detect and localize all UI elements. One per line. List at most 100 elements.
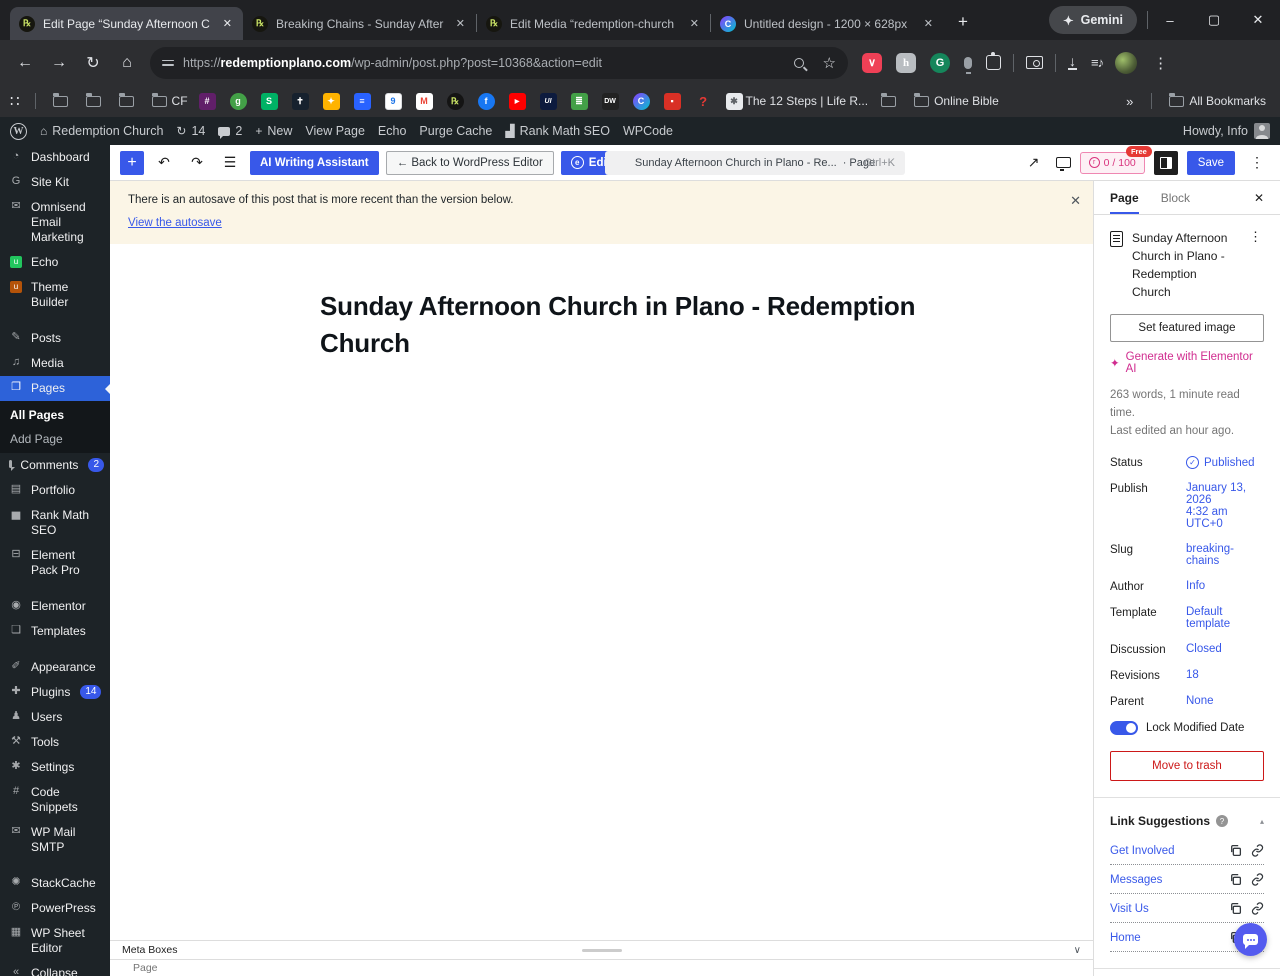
lock-modified-date-toggle[interactable] [1110, 721, 1138, 736]
sidebar-item-templates[interactable]: ❏ Templates [0, 619, 110, 644]
keep-bookmark-icon[interactable]: ✦ [322, 92, 340, 110]
sidebar-item-echo[interactable]: u Echo [0, 250, 110, 275]
sidebar-item-posts[interactable]: ✎ Posts [0, 326, 110, 351]
chat-widget-button[interactable] [1234, 923, 1267, 956]
redo-icon[interactable]: ↷ [184, 151, 210, 175]
move-to-trash-button[interactable]: Move to trash [1110, 751, 1264, 782]
subsplash-bookmark-icon[interactable]: S [260, 92, 278, 110]
sidebar-item-pages[interactable]: ❐ Pages [0, 376, 111, 401]
sidebar-item-appearance[interactable]: ✐ Appearance [0, 655, 110, 680]
tab-close-icon[interactable]: ✕ [221, 17, 234, 30]
bookmark-star-icon[interactable]: ☆ [823, 54, 836, 72]
copy-icon[interactable] [1229, 873, 1242, 886]
field-value[interactable]: 18 [1186, 669, 1199, 681]
gemini-button[interactable]: ✦ Gemini [1049, 6, 1137, 34]
adminbar-wpcode[interactable]: WPCode [623, 124, 673, 138]
browser-menu-icon[interactable]: ⋮ [1147, 54, 1174, 72]
adminbar-new[interactable]: + New [255, 124, 292, 138]
tab-edit-page[interactable]: ℞ Edit Page “Sunday Afternoon C ✕ [10, 7, 243, 40]
gmail-bookmark-icon[interactable]: M [415, 92, 433, 110]
extensions-puzzle-icon[interactable] [986, 52, 1001, 70]
all-bookmarks-label[interactable]: All Bookmarks [1189, 94, 1266, 108]
field-value[interactable]: breaking-chains [1186, 543, 1264, 567]
notice-close-icon[interactable]: ✕ [1070, 193, 1081, 209]
adminbar-account[interactable]: Howdy, Info [1183, 123, 1270, 139]
adminbar-echo[interactable]: Echo [378, 124, 407, 138]
grammarly-extension-icon[interactable]: G [930, 52, 950, 73]
adminbar-view-page[interactable]: View Page [305, 124, 365, 138]
forward-icon[interactable]: → [42, 46, 76, 80]
new-tab-button[interactable]: + [950, 9, 976, 35]
sidebar-item-dashboard[interactable]: ◔ Dashboard [0, 145, 110, 170]
microphone-icon[interactable] [964, 56, 972, 74]
bookmarks-overflow-icon[interactable]: » [1126, 94, 1133, 109]
sidebar-item-omnisend[interactable]: ✉ Omnisend Email Marketing [0, 195, 110, 250]
sidebar-item-wp-mail-smtp[interactable]: ✉ WP Mail SMTP [0, 820, 110, 860]
bookmark-folder-icon[interactable] [914, 92, 930, 107]
media-playlist-icon[interactable]: ≡♪ [1091, 55, 1104, 70]
pocket-extension-icon[interactable]: ∨ [862, 52, 882, 73]
window-close-button[interactable]: ✕ [1236, 0, 1280, 40]
undo-icon[interactable]: ↶ [151, 151, 177, 175]
sidebar-item-stackcache[interactable]: ✺ StackCache [0, 871, 110, 896]
gloo-bookmark-icon[interactable]: g [229, 92, 247, 110]
submenu-all-pages[interactable]: All Pages [0, 403, 110, 427]
view-autosave-link[interactable]: View the autosave [128, 217, 222, 229]
docs-bookmark-icon[interactable]: ≡ [353, 92, 371, 110]
sidebar-item-portfolio[interactable]: ▤ Portfolio [0, 478, 110, 503]
adminbar-site-name[interactable]: ⌂ Redemption Church [40, 124, 163, 138]
adminbar-rank-math[interactable]: ▟ Rank Math SEO [505, 124, 610, 138]
question-bookmark-icon[interactable]: ? [695, 93, 712, 110]
sidebar-item-comments[interactable]: Comments 2 [0, 453, 110, 478]
all-bookmarks-folder-icon[interactable] [1169, 92, 1185, 107]
url-text[interactable]: https://redemptionplano.com/wp-admin/pos… [183, 56, 785, 70]
dw-bookmark-icon[interactable]: DW [601, 92, 619, 110]
back-icon[interactable]: ← [8, 46, 42, 80]
preview-monitor-icon[interactable] [1055, 157, 1071, 171]
editor-canvas[interactable]: Sunday Afternoon Church in Plano - Redem… [110, 244, 1093, 940]
sidebar-item-plugins[interactable]: ✚ Plugins 14 [0, 680, 110, 705]
post-title-field[interactable]: Sunday Afternoon Church in Plano - Redem… [320, 288, 950, 362]
honey-extension-icon[interactable]: h [896, 52, 916, 73]
field-value[interactable]: ✓ Published [1186, 456, 1255, 470]
bookmark-folder-icon[interactable] [151, 92, 167, 107]
sidebar-item-theme-builder[interactable]: u Theme Builder [0, 275, 110, 315]
field-value[interactable]: None [1186, 695, 1214, 707]
settings-panel-toggle[interactable] [1153, 150, 1178, 175]
window-minimize-button[interactable]: – [1148, 0, 1192, 40]
link-icon[interactable] [1251, 902, 1264, 916]
field-value[interactable]: Closed [1186, 643, 1222, 655]
sidebar-item-wp-sheet-editor[interactable]: ▦ WP Sheet Editor [0, 921, 110, 961]
suggestion-link[interactable]: Home [1110, 932, 1141, 944]
generate-with-elementor-ai-link[interactable]: ✦ Generate with Elementor AI [1110, 351, 1264, 375]
back-to-wordpress-editor-button[interactable]: ← Back to WordPress Editor [385, 150, 554, 175]
editor-options-icon[interactable]: ⋮ [1244, 151, 1270, 175]
profile-avatar[interactable] [1115, 51, 1138, 74]
sidebar-item-collapse-menu[interactable]: « Collapse Menu [0, 961, 110, 976]
bookmark-folder-icon[interactable] [85, 92, 101, 107]
document-options-icon[interactable]: ⋮ [1247, 229, 1264, 245]
redemption-bookmark-icon[interactable]: ℞ [446, 92, 464, 110]
sidebar-item-site-kit[interactable]: G Site Kit [0, 170, 110, 195]
set-featured-image-button[interactable]: Set featured image [1110, 314, 1264, 342]
adminbar-updates[interactable]: ↻ 14 [176, 124, 205, 138]
ui-bookmark-icon[interactable]: UI [539, 92, 557, 110]
meta-boxes-drag-handle[interactable] [581, 949, 622, 952]
site-settings-icon[interactable] [162, 59, 174, 67]
downloads-icon[interactable]: ↓ [1068, 54, 1077, 70]
suggestion-link[interactable]: Get Involved [1110, 845, 1175, 857]
bookmark-folder-icon[interactable] [118, 92, 134, 107]
field-value[interactable]: Default template [1186, 606, 1264, 630]
sidebar-item-code-snippets[interactable]: # Code Snippets [0, 780, 110, 820]
breadcrumb[interactable]: Page [133, 962, 158, 974]
sidebar-item-rank-math[interactable]: ▅ Rank Math SEO [0, 503, 110, 543]
reload-icon[interactable]: ↻ [76, 46, 110, 80]
bookmark-folder-cf[interactable]: CF [172, 94, 188, 108]
sidebar-item-settings[interactable]: ✱ Settings [0, 755, 110, 780]
copy-icon[interactable] [1229, 844, 1242, 857]
save-button[interactable]: Save [1186, 150, 1235, 175]
tab-block[interactable]: Block [1161, 181, 1190, 214]
help-icon[interactable]: ? [1216, 815, 1229, 828]
sidebar-item-users[interactable]: ♟ Users [0, 705, 110, 730]
field-value[interactable]: Info [1186, 580, 1205, 592]
